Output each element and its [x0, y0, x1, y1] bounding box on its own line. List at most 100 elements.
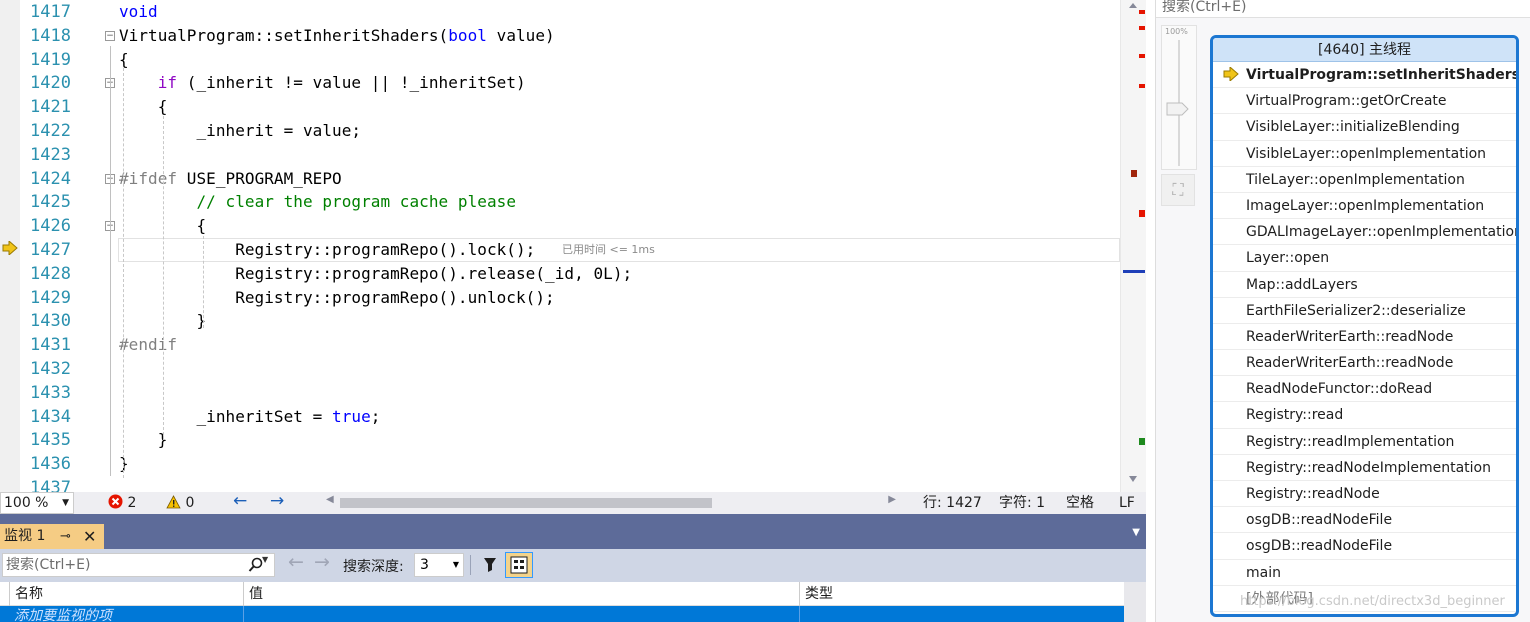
code-line[interactable]: 1429 Registry::programRepo().unlock(); — [0, 286, 1120, 310]
warning-icon — [166, 495, 181, 509]
code-line[interactable]: 1423 — [0, 143, 1120, 167]
code-line[interactable]: 1424− #ifdef USE_PROGRAM_REPO — [0, 167, 1120, 191]
line-number: 1433 — [30, 382, 71, 403]
stack-frame-list: VirtualProgram::setInheritShaders Virtual… — [1213, 62, 1516, 612]
code-line[interactable]: 1432 — [0, 357, 1120, 381]
watch-search-input[interactable]: 搜索(Ctrl+E) — [2, 553, 275, 577]
stack-frame[interactable]: EarthFileSerializer2::deserialize — [1213, 298, 1516, 324]
line-number: 1434 — [30, 406, 71, 427]
zoom-dropdown[interactable]: 100 % ▼ — [0, 492, 74, 514]
code-line[interactable]: 1422 _inherit = value; — [0, 119, 1120, 143]
code-line[interactable]: 1427 Registry::programRepo().lock(); 已用时间… — [0, 238, 1120, 262]
column-value[interactable]: 值 — [243, 582, 799, 606]
code-line[interactable]: 1425 // clear the program cache please — [0, 190, 1120, 214]
stack-frame[interactable]: Layer::open — [1213, 245, 1516, 272]
collapse-icon[interactable]: − — [105, 30, 115, 41]
pin-icon[interactable]: ⊸ — [60, 524, 71, 549]
stacks-search-input[interactable]: 搜索(Ctrl+E) — [1156, 0, 1530, 18]
code-line[interactable]: 1418 − VirtualProgram::setInheritShaders(b… — [0, 24, 1120, 48]
panel-splitter[interactable] — [0, 514, 1146, 524]
code-line[interactable]: 1436} — [0, 452, 1120, 476]
stack-frame[interactable]: TileLayer::openImplementation — [1213, 167, 1516, 193]
code-line[interactable]: 1431 #endif — [0, 333, 1120, 357]
line-number: 1417 — [30, 2, 71, 22]
stack-frame[interactable]: main — [1213, 560, 1516, 586]
code-line[interactable]: 1430 } — [0, 309, 1120, 333]
code-line[interactable]: 1417 void — [0, 0, 1120, 24]
close-icon[interactable]: ✕ — [83, 524, 96, 549]
search-depth-label: 搜索深度: — [343, 559, 404, 575]
stack-frame[interactable]: GDALImageLayer::openImplementation — [1213, 219, 1519, 246]
stack-frame[interactable]: VirtualProgram::setInheritShaders — [1213, 62, 1516, 89]
navigate-forward-icon[interactable]: → — [270, 492, 284, 510]
code-line[interactable]: 1434 _inheritSet = true; — [0, 405, 1120, 429]
code-editor[interactable]: 1417 void 1418 − VirtualProgram::setInheritS… — [0, 0, 1120, 492]
stack-frame-label: ImageLayer::openImplementation — [1246, 197, 1485, 214]
chevron-down-icon: ▼ — [452, 560, 459, 569]
stack-frame-label: GDALImageLayer::openImplementation — [1246, 224, 1519, 241]
stack-frame[interactable]: osgDB::readNodeFile — [1213, 533, 1516, 560]
stack-frame[interactable]: ReaderWriterEarth::readNode — [1213, 324, 1516, 351]
whitespace-indicator[interactable]: 空格 — [1066, 494, 1094, 512]
scroll-left-icon[interactable]: ◀ — [326, 494, 334, 505]
stack-frame[interactable]: VisibleLayer::initializeBlending — [1213, 114, 1516, 141]
code-line[interactable]: 1428 Registry::programRepo().release(_id… — [0, 262, 1120, 286]
search-dropdown-icon[interactable]: ▼ — [262, 555, 268, 564]
search-forward-icon[interactable]: → — [314, 551, 330, 573]
stack-frame[interactable]: VisibleLayer::openImplementation — [1213, 141, 1516, 167]
zoom-fit-icon[interactable]: ⛶ — [1161, 174, 1195, 206]
horizontal-scroll-thumb[interactable] — [340, 498, 712, 508]
search-back-icon[interactable]: ← — [288, 551, 304, 573]
stack-frame-label: EarthFileSerializer2::deserialize — [1246, 302, 1466, 319]
code-token: VirtualProgram::setInheritShaders( — [119, 25, 449, 45]
line-number: 1419 — [30, 49, 71, 70]
slider-thumb[interactable] — [1166, 102, 1190, 116]
code-text: Registry::programRepo().release(_id, 0L)… — [119, 262, 632, 286]
stack-frame[interactable]: ReadNodeFunctor::doRead — [1213, 376, 1516, 403]
tab-label: 监视 1 — [4, 528, 46, 544]
view-mode-toggle[interactable] — [505, 552, 533, 578]
stack-frame[interactable]: Registry::readImplementation — [1213, 429, 1516, 455]
watch-vertical-scrollbar[interactable] — [1124, 582, 1146, 622]
search-depth-dropdown[interactable]: 3 ▼ — [414, 553, 464, 577]
code-line[interactable]: 1420− if (_inherit != value || !_inherit… — [0, 71, 1120, 95]
char-indicator[interactable]: 字符: 1 — [999, 494, 1045, 512]
column-name[interactable]: 名称 — [9, 582, 243, 606]
code-line[interactable]: 1433 — [0, 381, 1120, 405]
line-number: 1435 — [30, 430, 71, 451]
stack-frame-label: osgDB::readNodeFile — [1246, 512, 1393, 529]
column-type[interactable]: 类型 — [799, 582, 1124, 606]
indent-guide — [123, 68, 124, 478]
stack-frame[interactable]: VirtualProgram::getOrCreate — [1213, 88, 1516, 115]
stack-frame[interactable]: Registry::read — [1213, 402, 1516, 429]
navigate-back-icon[interactable]: ← — [233, 492, 247, 510]
line-indicator[interactable]: 行: 1427 — [923, 494, 982, 512]
line-ending-indicator[interactable]: LF — [1119, 494, 1135, 512]
stack-frame[interactable]: ReaderWriterEarth::readNode — [1213, 350, 1516, 377]
stack-frame[interactable]: ImageLayer::openImplementation — [1213, 193, 1516, 220]
scroll-right-icon[interactable]: ▶ — [888, 494, 896, 505]
stack-frame[interactable]: Registry::readNodeImplementation — [1213, 455, 1516, 481]
warning-count[interactable]: 0 — [166, 494, 194, 512]
tab-watch-1[interactable]: 监视 1 ⊸ ✕ — [0, 524, 104, 549]
stack-frame[interactable]: Map::addLayers — [1213, 272, 1516, 298]
stack-frame-label: Map::addLayers — [1246, 276, 1358, 293]
code-line[interactable]: 1437 — [0, 476, 1120, 492]
code-line[interactable]: 1419 { — [0, 48, 1120, 72]
stack-frame[interactable]: Registry::readNode — [1213, 481, 1516, 508]
error-count[interactable]: 2 — [108, 494, 136, 512]
pin-filter-icon[interactable] — [481, 556, 499, 574]
code-text: // clear the program cache please — [119, 190, 516, 214]
horizontal-scrollbar[interactable]: ◀ ▶ — [326, 494, 896, 510]
thread-stack-box[interactable]: [4640] 主线程 VirtualProgram::setInheritSha… — [1210, 35, 1519, 617]
stack-frame-label: Registry::readImplementation — [1246, 433, 1455, 450]
code-line[interactable]: 1426− { — [0, 214, 1120, 238]
editor-vertical-scrollbar[interactable] — [1120, 0, 1146, 492]
chevron-down-icon[interactable]: ▼ — [1132, 527, 1140, 538]
code-line[interactable]: 1435 } — [0, 428, 1120, 452]
code-line[interactable]: 1421 { — [0, 95, 1120, 119]
stack-frame[interactable]: osgDB::readNodeFile — [1213, 507, 1516, 534]
line-number: 1421 — [30, 97, 71, 118]
stacks-zoom-slider[interactable]: 100% — [1161, 25, 1197, 170]
add-watch-row[interactable]: 添加要监视的项 — [0, 606, 1146, 622]
